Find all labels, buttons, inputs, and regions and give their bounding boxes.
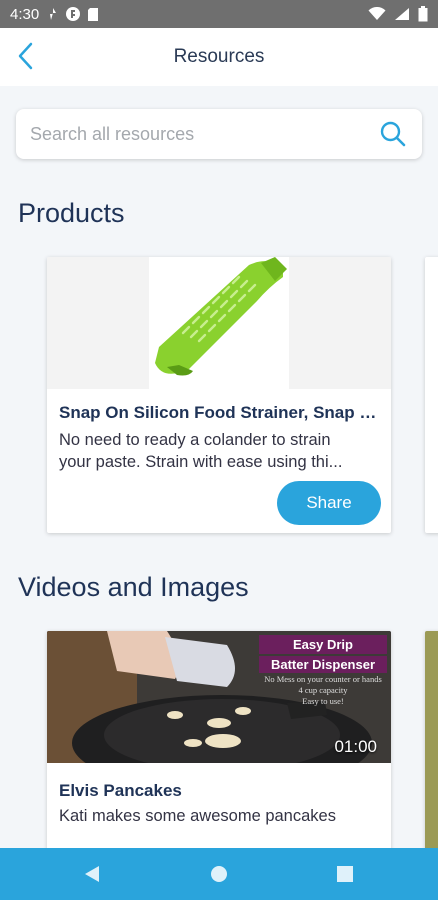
- share-button[interactable]: Share: [277, 481, 381, 525]
- status-time: 4:30: [10, 5, 40, 23]
- search-input[interactable]: [30, 123, 378, 145]
- video-card[interactable]: Easy Drip Batter Dispenser No Mess on yo…: [47, 631, 391, 848]
- next-product-card[interactable]: [425, 257, 438, 533]
- next-video-card[interactable]: [425, 631, 438, 848]
- back-button[interactable]: [8, 38, 44, 74]
- nav-recents-button[interactable]: [333, 862, 357, 886]
- system-nav-bar: [0, 848, 438, 900]
- promo-small-3: Easy to use!: [302, 696, 344, 706]
- product-card[interactable]: Snap On Silicon Food Strainer, Snap O...…: [47, 257, 391, 533]
- status-bar: 4:30: [0, 0, 438, 28]
- signal-icon: [395, 8, 409, 20]
- product-description-line-2: your paste. Strain with ease using thi..…: [59, 453, 343, 471]
- sd-card-icon: [88, 7, 99, 21]
- circle-home-icon: [211, 866, 227, 882]
- video-title: Elvis Pancakes: [59, 781, 182, 800]
- promo-line-1: Easy Drip: [259, 635, 387, 654]
- section-title-products: Products: [18, 198, 125, 228]
- promo-small-1: No Mess on your counter or hands: [264, 674, 382, 684]
- square-recents-icon: [337, 866, 353, 882]
- video-thumbnail[interactable]: Easy Drip Batter Dispenser No Mess on yo…: [47, 631, 391, 763]
- nav-home-button[interactable]: [207, 862, 231, 886]
- product-image: [47, 257, 391, 389]
- app-bar: Resources: [0, 28, 438, 86]
- search-icon[interactable]: [378, 119, 408, 149]
- circle-badge-icon: [66, 7, 81, 21]
- product-title: Snap On Silicon Food Strainer, Snap O...: [59, 403, 381, 422]
- wifi-icon: [368, 7, 386, 20]
- strainer-image: [155, 257, 287, 376]
- section-title-videos: Videos and Images: [18, 572, 249, 602]
- triangle-back-icon: [85, 866, 99, 882]
- promo-overlay: Easy Drip Batter Dispenser No Mess on yo…: [259, 635, 387, 706]
- battery-icon: [418, 6, 428, 22]
- page-title: Resources: [173, 46, 265, 67]
- pinwheel-icon: [50, 8, 57, 20]
- product-description-line-1: No need to ready a colander to strain: [59, 431, 331, 449]
- video-description: Kati makes some awesome pancakes: [59, 807, 336, 825]
- nav-back-button[interactable]: [80, 862, 104, 886]
- promo-small-2: 4 cup capacity: [298, 685, 348, 695]
- resources-content[interactable]: Products Snap: [0, 86, 438, 848]
- video-duration: 01:00: [334, 737, 377, 756]
- chevron-left-icon: [18, 42, 33, 70]
- promo-line-2: Batter Dispenser: [259, 656, 387, 673]
- search-bar[interactable]: [16, 109, 422, 159]
